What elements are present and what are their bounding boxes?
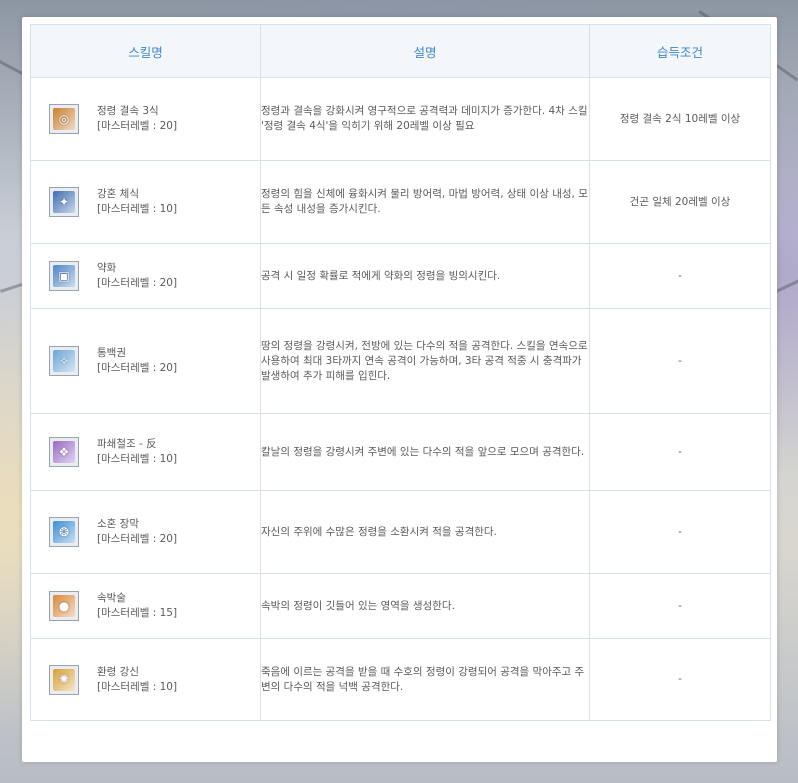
skill-icon-frame: ✧ <box>49 346 79 376</box>
skill-name: 정령 결속 3식 <box>97 105 159 117</box>
fist-icon: ✧ <box>53 350 75 372</box>
skill-name-cell: ❖ 파쇄철조 - 反 [마스터레벨 : 10] <box>30 413 261 491</box>
skill-master-level: [마스터레벨 : 10] <box>97 680 178 693</box>
skill-description: 정령의 힘을 신체에 융화시켜 물리 방어력, 마법 방어력, 상태 이상 내성… <box>260 160 590 244</box>
skill-description: 땅의 정령을 강령시켜, 전방에 있는 다수의 적을 공격한다. 스킬을 연속으… <box>260 308 590 414</box>
blade-icon: ❖ <box>53 441 75 463</box>
skill-master-level: [마스터레벨 : 20] <box>97 362 178 374</box>
skill-name-cell: ✧ 통백권 [마스터레벨 : 20] <box>30 308 261 414</box>
skill-name-cell: ▣ 약화 [마스터레벨 : 20] <box>30 243 261 309</box>
header-skill-name: 스킬명 <box>30 24 261 78</box>
skill-requirement: - <box>589 573 771 639</box>
skill-table-panel: 스킬명 설명 습득조건 ◎ 정령 결속 3식 [마스터레벨 : 20] 정령과 결속을… <box>22 17 777 762</box>
spirit-bond-icon: ◎ <box>53 108 75 130</box>
skill-name: 약화 <box>97 262 117 274</box>
skill-name: 파쇄철조 - 反 <box>97 438 157 450</box>
skill-name: 강혼 체식 <box>97 188 139 200</box>
skill-name-cell: ● 속박술 [마스터레벨 : 15] <box>30 573 261 639</box>
skill-icon-frame: ❂ <box>49 517 79 547</box>
table-row: ❖ 파쇄철조 - 反 [마스터레벨 : 10] 칼날의 정령을 강령시켜 주변에 있는… <box>30 413 771 491</box>
skill-master-level: [마스터레벨 : 10] <box>97 453 178 465</box>
skill-icon-frame: ◎ <box>49 104 79 134</box>
skill-name-cell: ◎ 정령 결속 3식 [마스터레벨 : 20] <box>30 77 261 161</box>
skill-description: 죽음에 이르는 공격을 받을 때 수호의 정령이 강령되어 공격을 막아주고 주… <box>260 638 590 721</box>
skill-name: 통백권 <box>97 347 126 359</box>
skill-requirement: 정령 결속 2식 10레벨 이상 <box>589 77 771 161</box>
curtain-icon: ❂ <box>53 521 75 543</box>
skill-name: 속박술 <box>97 592 126 604</box>
table-row: ❂ 소혼 장막 [마스터레벨 : 20] 자신의 주위에 수많은 정령을 소환시켜 적… <box>30 490 771 574</box>
skill-icon-frame: ● <box>49 591 79 621</box>
skill-requirement: - <box>589 638 771 721</box>
skill-name-cell: ❂ 소혼 장막 [마스터레벨 : 20] <box>30 490 261 574</box>
skill-master-level: [마스터레벨 : 15] <box>97 607 178 619</box>
skill-icon-frame: ✦ <box>49 187 79 217</box>
skill-description: 자신의 주위에 수많은 정령을 소환시켜 적을 공격한다. <box>260 490 590 574</box>
skill-description: 정령과 결속을 강화시켜 영구적으로 공격력과 데미지가 증가한다. 4차 스킬… <box>260 77 590 161</box>
skill-master-level: [마스터레벨 : 10] <box>97 203 178 215</box>
skill-description: 공격 시 일정 확률로 적에게 약화의 정령을 빙의시킨다. <box>260 243 590 309</box>
skill-table: 스킬명 설명 습득조건 ◎ 정령 결속 3식 [마스터레벨 : 20] 정령과 결속을… <box>30 24 771 721</box>
guardian-icon: ✺ <box>53 668 75 691</box>
table-row: ▣ 약화 [마스터레벨 : 20] 공격 시 일정 확률로 적에게 약화의 정령을 빙… <box>30 243 771 309</box>
skill-name-cell: ✺ 환령 강신 [마스터레벨 : 10] <box>30 638 261 721</box>
skill-description: 속박의 정령이 깃들어 있는 영역을 생성한다. <box>260 573 590 639</box>
skill-icon-frame: ▣ <box>49 261 79 291</box>
header-requirement: 습득조건 <box>589 24 771 78</box>
skill-name: 소혼 장막 <box>97 518 139 530</box>
skill-requirement: - <box>589 243 771 309</box>
skill-description: 칼날의 정령을 강령시켜 주변에 있는 다수의 적을 앞으로 모으며 공격한다. <box>260 413 590 491</box>
weaken-icon: ▣ <box>53 265 75 287</box>
table-row: ✧ 통백권 [마스터레벨 : 20] 땅의 정령을 강령시켜, 전방에 있는 다수의 … <box>30 308 771 414</box>
table-header-row: 스킬명 설명 습득조건 <box>30 24 771 78</box>
skill-requirement: 건곤 일체 20레벨 이상 <box>589 160 771 244</box>
bind-icon: ● <box>53 595 75 617</box>
skill-requirement: - <box>589 413 771 491</box>
skill-name: 환령 강신 <box>97 665 139 678</box>
skill-master-level: [마스터레벨 : 20] <box>97 533 178 545</box>
table-row: ✦ 강혼 체식 [마스터레벨 : 10] 정령의 힘을 신체에 융화시켜 물리 방어력… <box>30 160 771 244</box>
header-description: 설명 <box>260 24 590 78</box>
skill-requirement: - <box>589 490 771 574</box>
skill-master-level: [마스터레벨 : 20] <box>97 120 178 132</box>
body-fusion-icon: ✦ <box>53 191 75 213</box>
table-row: ◎ 정령 결속 3식 [마스터레벨 : 20] 정령과 결속을 강화시켜 영구적으로 … <box>30 77 771 161</box>
skill-icon-frame: ✺ <box>49 664 79 695</box>
table-row: ✺ 환령 강신 [마스터레벨 : 10] 죽음에 이르는 공격을 받을 때 수호의 정… <box>30 638 771 721</box>
table-row: ● 속박술 [마스터레벨 : 15] 속박의 정령이 깃들어 있는 영역을 생성한다.… <box>30 573 771 639</box>
skill-icon-frame: ❖ <box>49 437 79 467</box>
skill-name-cell: ✦ 강혼 체식 [마스터레벨 : 10] <box>30 160 261 244</box>
skill-master-level: [마스터레벨 : 20] <box>97 277 178 289</box>
skill-requirement: - <box>589 308 771 414</box>
